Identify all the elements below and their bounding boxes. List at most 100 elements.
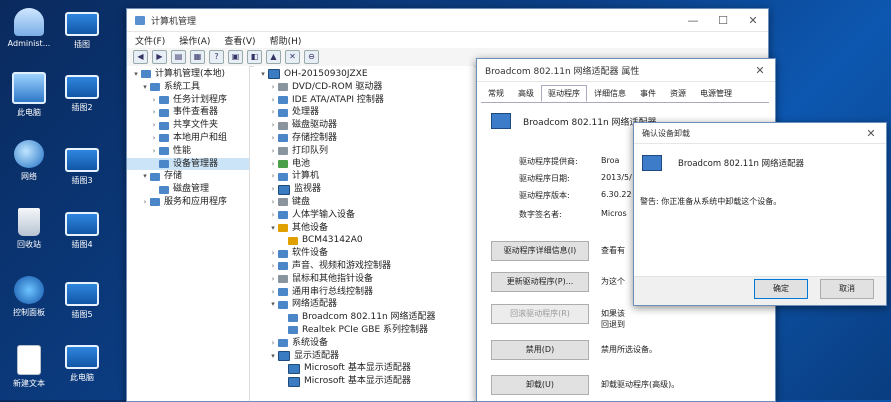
disable-icon[interactable]: ✕ [285, 50, 300, 64]
tab-5[interactable]: 资源 [663, 85, 693, 102]
desktop-icon[interactable]: 控制面板 [3, 276, 55, 318]
tree-item[interactable]: › 软件设备 [254, 247, 474, 260]
tree-item[interactable]: Microsoft 基本显示适配器 [254, 362, 474, 375]
tree-item[interactable]: ▾ 显示适配器 [254, 350, 474, 363]
desktop-icon[interactable]: 插图4 [56, 212, 108, 250]
expand-icon[interactable]: › [140, 196, 150, 209]
desktop-icon[interactable]: 插图3 [56, 148, 108, 186]
expand-icon[interactable]: › [149, 132, 159, 145]
expand-icon[interactable]: ▾ [140, 81, 150, 94]
cancel-button[interactable]: 取消 [820, 279, 874, 299]
expand-icon[interactable]: › [268, 170, 278, 183]
navigation-tree[interactable]: ▾ 计算机管理(本地) ▾ 系统工具 › 任务计划程序 › 事件查看器 › 共享文件夹 › 本地用户和… [127, 66, 250, 401]
tree-item[interactable]: › 任务计划程序 [127, 94, 249, 107]
menu-action[interactable]: 操作(A) [179, 34, 210, 47]
update-icon[interactable]: ▲ [266, 50, 281, 64]
expand-icon[interactable]: ▾ [140, 170, 150, 183]
desktop-icon[interactable]: 此电脑 [56, 345, 108, 383]
tree-item[interactable]: ▾ 计算机管理(本地) [127, 68, 249, 81]
desktop-icon[interactable]: 插图5 [56, 282, 108, 320]
expand-icon[interactable]: › [268, 106, 278, 119]
tree-item[interactable]: › 系统设备 [254, 337, 474, 350]
tree-item[interactable]: 磁盘管理 [127, 183, 249, 196]
tree-item[interactable]: › 事件查看器 [127, 106, 249, 119]
tree-item[interactable]: › 磁盘驱动器 [254, 119, 474, 132]
tree-item[interactable]: › 监视器 [254, 183, 474, 196]
expand-icon[interactable]: › [268, 209, 278, 222]
tree-item[interactable]: ▾ OH-20150930JZXE [254, 68, 474, 81]
minimize-icon[interactable]: — [678, 14, 708, 27]
tree-item[interactable]: › 存储控制器 [254, 132, 474, 145]
menu-file[interactable]: 文件(F) [135, 34, 165, 47]
driver-action-button[interactable]: 更新驱动程序(P)... [491, 272, 589, 292]
tree-item[interactable]: Broadcom 802.11n 网络适配器 [254, 311, 474, 324]
tree-item[interactable]: › 处理器 [254, 106, 474, 119]
expand-icon[interactable]: › [149, 119, 159, 132]
scan-icon[interactable]: ◧ [247, 50, 262, 64]
driver-action-button[interactable]: 驱动程序详细信息(I) [491, 241, 589, 261]
uninstall-icon[interactable]: ⊖ [304, 50, 319, 64]
desktop-icon[interactable]: 回收站 [3, 208, 55, 250]
driver-action-button[interactable]: 禁用(D) [491, 340, 589, 360]
tree-item[interactable]: ▾ 网络适配器 [254, 298, 474, 311]
device-tree[interactable]: ▾ OH-20150930JZXE › DVD/CD-ROM 驱动器 › IDE ATA/… [254, 66, 474, 401]
expand-icon[interactable]: › [268, 273, 278, 286]
properties-icon[interactable]: ▣ [228, 50, 243, 64]
tree-item[interactable]: › DVD/CD-ROM 驱动器 [254, 81, 474, 94]
menu-help[interactable]: 帮助(H) [270, 34, 302, 47]
tree-item[interactable]: BCM43142A0 [254, 234, 474, 247]
tree-item[interactable]: › 计算机 [254, 170, 474, 183]
menu-view[interactable]: 查看(V) [224, 34, 255, 47]
tree-item[interactable]: › 人体学输入设备 [254, 209, 474, 222]
tree-item[interactable]: › 声音、视频和游戏控制器 [254, 260, 474, 273]
properties-close-icon[interactable]: ✕ [745, 64, 775, 77]
expand-icon[interactable]: › [268, 132, 278, 145]
expand-icon[interactable]: ▾ [268, 222, 278, 235]
expand-icon[interactable]: ▾ [258, 68, 268, 81]
desktop-icon[interactable]: 插图2 [56, 75, 108, 113]
help-icon[interactable]: ? [209, 50, 224, 64]
expand-icon[interactable]: › [268, 196, 278, 209]
tree-item[interactable]: › IDE ATA/ATAPI 控制器 [254, 94, 474, 107]
tree-item[interactable]: Microsoft 基本显示适配器 [254, 375, 474, 388]
tree-item[interactable]: › 打印队列 [254, 145, 474, 158]
desktop-icon[interactable]: 此电脑 [3, 72, 55, 118]
expand-icon[interactable]: › [268, 337, 278, 350]
expand-icon[interactable]: › [149, 145, 159, 158]
tree-item[interactable]: › 服务和应用程序 [127, 196, 249, 209]
tab-0[interactable]: 常规 [481, 85, 511, 102]
expand-icon[interactable]: › [149, 106, 159, 119]
tree-item[interactable]: › 性能 [127, 145, 249, 158]
expand-icon[interactable]: ▾ [131, 68, 141, 81]
desktop-icon[interactable]: 新建文本 [3, 345, 55, 389]
expand-icon[interactable]: › [268, 260, 278, 273]
expand-icon[interactable]: › [268, 286, 278, 299]
desktop-icon[interactable]: 插图 [56, 12, 108, 50]
up-folder-icon[interactable]: ▤ [171, 50, 186, 64]
desktop-icon[interactable]: 网络 [3, 140, 55, 182]
tree-item[interactable]: ▾ 系统工具 [127, 81, 249, 94]
tree-item[interactable]: › 通用串行总线控制器 [254, 286, 474, 299]
expand-icon[interactable]: › [268, 119, 278, 132]
expand-icon[interactable]: ▾ [268, 298, 278, 311]
expand-icon[interactable]: › [268, 183, 278, 196]
tree-item[interactable]: Realtek PCIe GBE 系列控制器 [254, 324, 474, 337]
tree-item[interactable]: 设备管理器 [127, 157, 249, 171]
tree-item[interactable]: › 本地用户和组 [127, 132, 249, 145]
tab-1[interactable]: 高级 [511, 85, 541, 102]
close-icon[interactable]: ✕ [738, 14, 768, 27]
tree-item[interactable]: › 键盘 [254, 196, 474, 209]
ok-button[interactable]: 确定 [754, 279, 808, 299]
expand-icon[interactable]: › [268, 94, 278, 107]
expand-icon[interactable]: › [268, 145, 278, 158]
tab-6[interactable]: 电源管理 [693, 85, 739, 102]
tree-item[interactable]: ▾ 其他设备 [254, 222, 474, 235]
driver-action-button[interactable]: 卸载(U) [491, 375, 589, 395]
desktop-icon[interactable]: Administ... [3, 8, 55, 48]
tree-item[interactable]: › 电池 [254, 158, 474, 171]
expand-icon[interactable]: › [268, 247, 278, 260]
forward-arrow-icon[interactable]: ▶ [152, 50, 167, 64]
expand-icon[interactable]: › [268, 81, 278, 94]
tree-item[interactable]: ▾ 存储 [127, 170, 249, 183]
tree-item[interactable]: › 共享文件夹 [127, 119, 249, 132]
